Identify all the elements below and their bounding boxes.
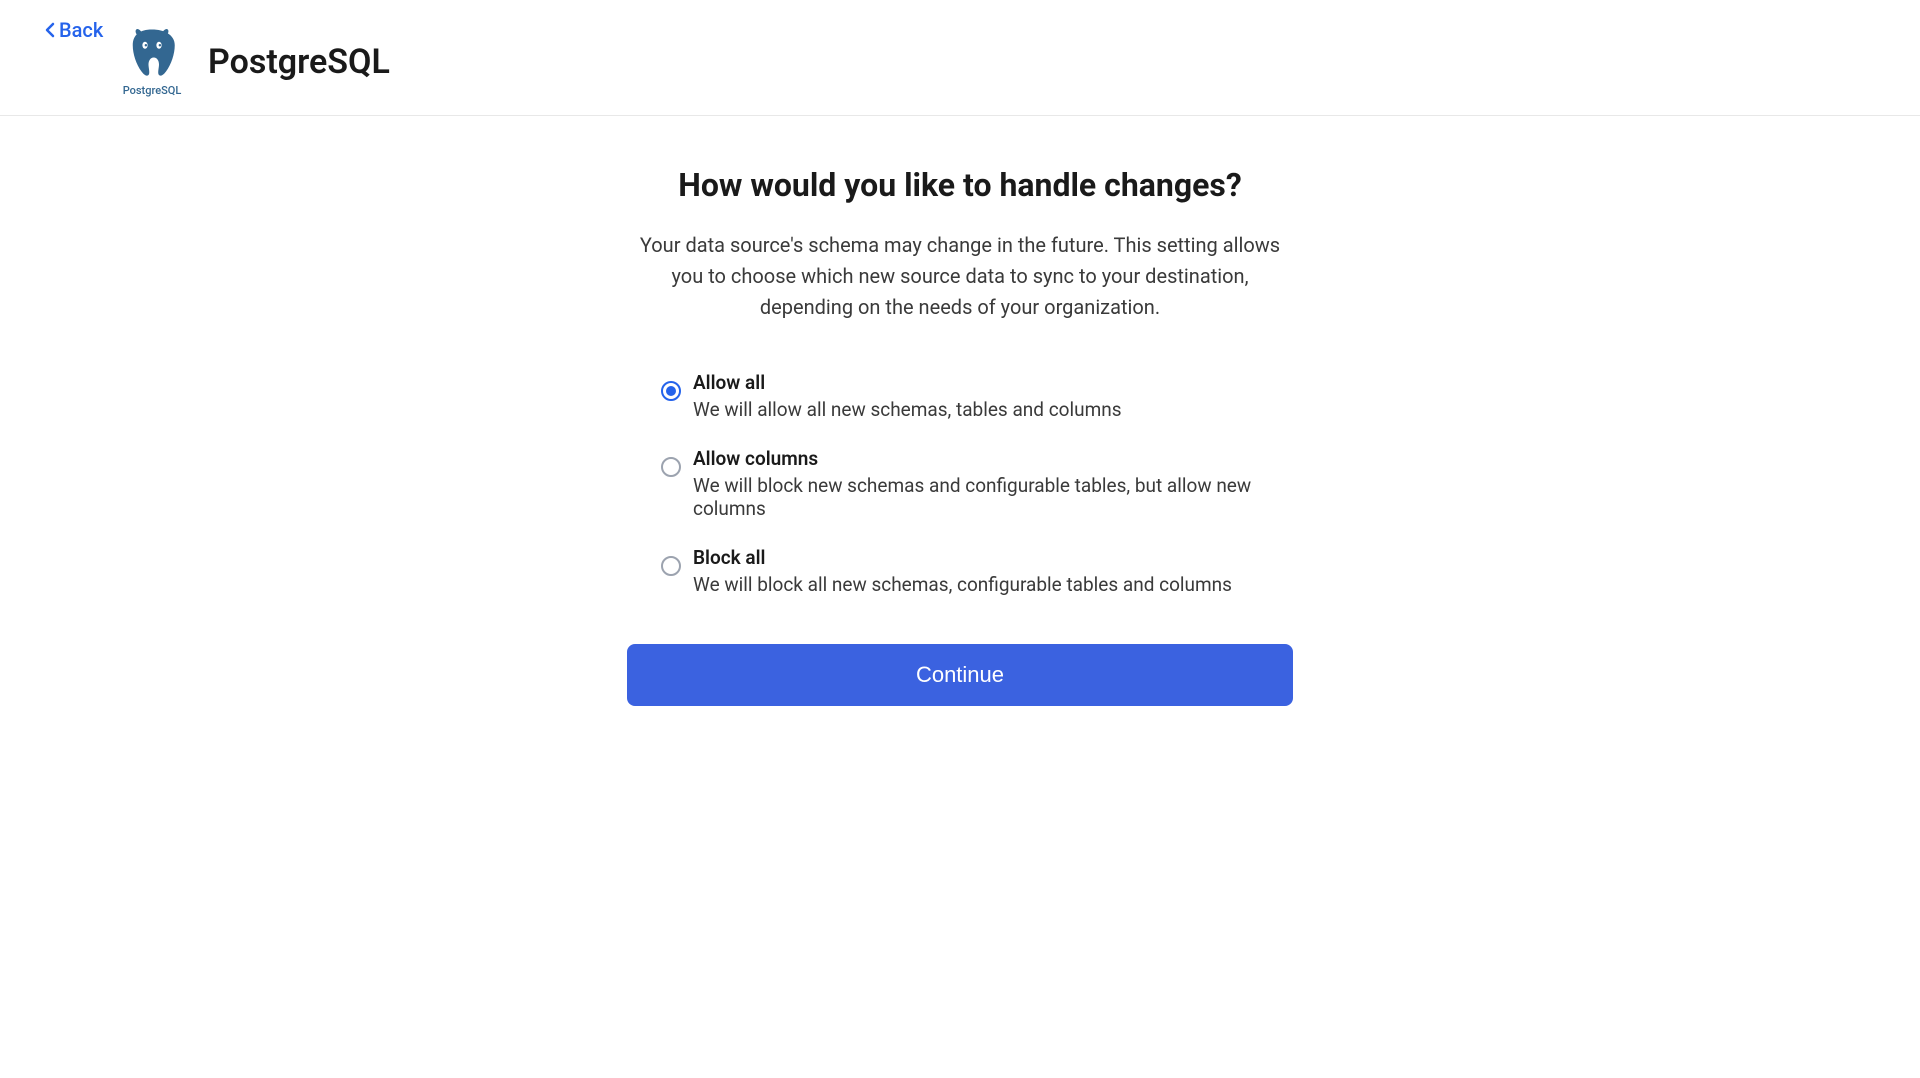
option-text: Allow columns We will block new schemas …	[693, 447, 1293, 520]
radio-block-all[interactable]	[661, 556, 681, 576]
option-description: We will block new schemas and configurab…	[693, 474, 1293, 520]
postgresql-icon	[124, 26, 180, 82]
back-button[interactable]: Back	[44, 18, 103, 42]
schema-change-options: Allow all We will allow all new schemas,…	[661, 371, 1293, 596]
connector-name: PostgreSQL	[208, 42, 390, 82]
option-allow-all[interactable]: Allow all We will allow all new schemas,…	[661, 371, 1293, 421]
radio-allow-columns[interactable]	[661, 457, 681, 477]
option-description: We will allow all new schemas, tables an…	[693, 398, 1122, 421]
page-description: Your data source's schema may change in …	[627, 230, 1293, 323]
continue-button[interactable]: Continue	[627, 644, 1293, 706]
option-block-all[interactable]: Block all We will block all new schemas,…	[661, 546, 1293, 596]
radio-allow-all[interactable]	[661, 381, 681, 401]
option-description: We will block all new schemas, configura…	[693, 573, 1232, 596]
main-content: How would you like to handle changes? Yo…	[627, 166, 1293, 706]
chevron-left-icon	[44, 22, 55, 38]
option-title: Allow all	[693, 371, 1122, 394]
option-text: Allow all We will allow all new schemas,…	[693, 371, 1122, 421]
connector-title-group: PostgreSQL PostgreSQL	[116, 26, 390, 97]
page-question: How would you like to handle changes?	[627, 166, 1293, 204]
back-label: Back	[59, 18, 103, 42]
option-title: Block all	[693, 546, 1232, 569]
option-text: Block all We will block all new schemas,…	[693, 546, 1232, 596]
option-title: Allow columns	[693, 447, 1293, 470]
logo-caption: PostgreSQL	[123, 84, 182, 97]
connector-logo: PostgreSQL	[116, 26, 188, 97]
page-header: Back PostgreSQL PostgreSQL	[0, 0, 1920, 116]
option-allow-columns[interactable]: Allow columns We will block new schemas …	[661, 447, 1293, 520]
